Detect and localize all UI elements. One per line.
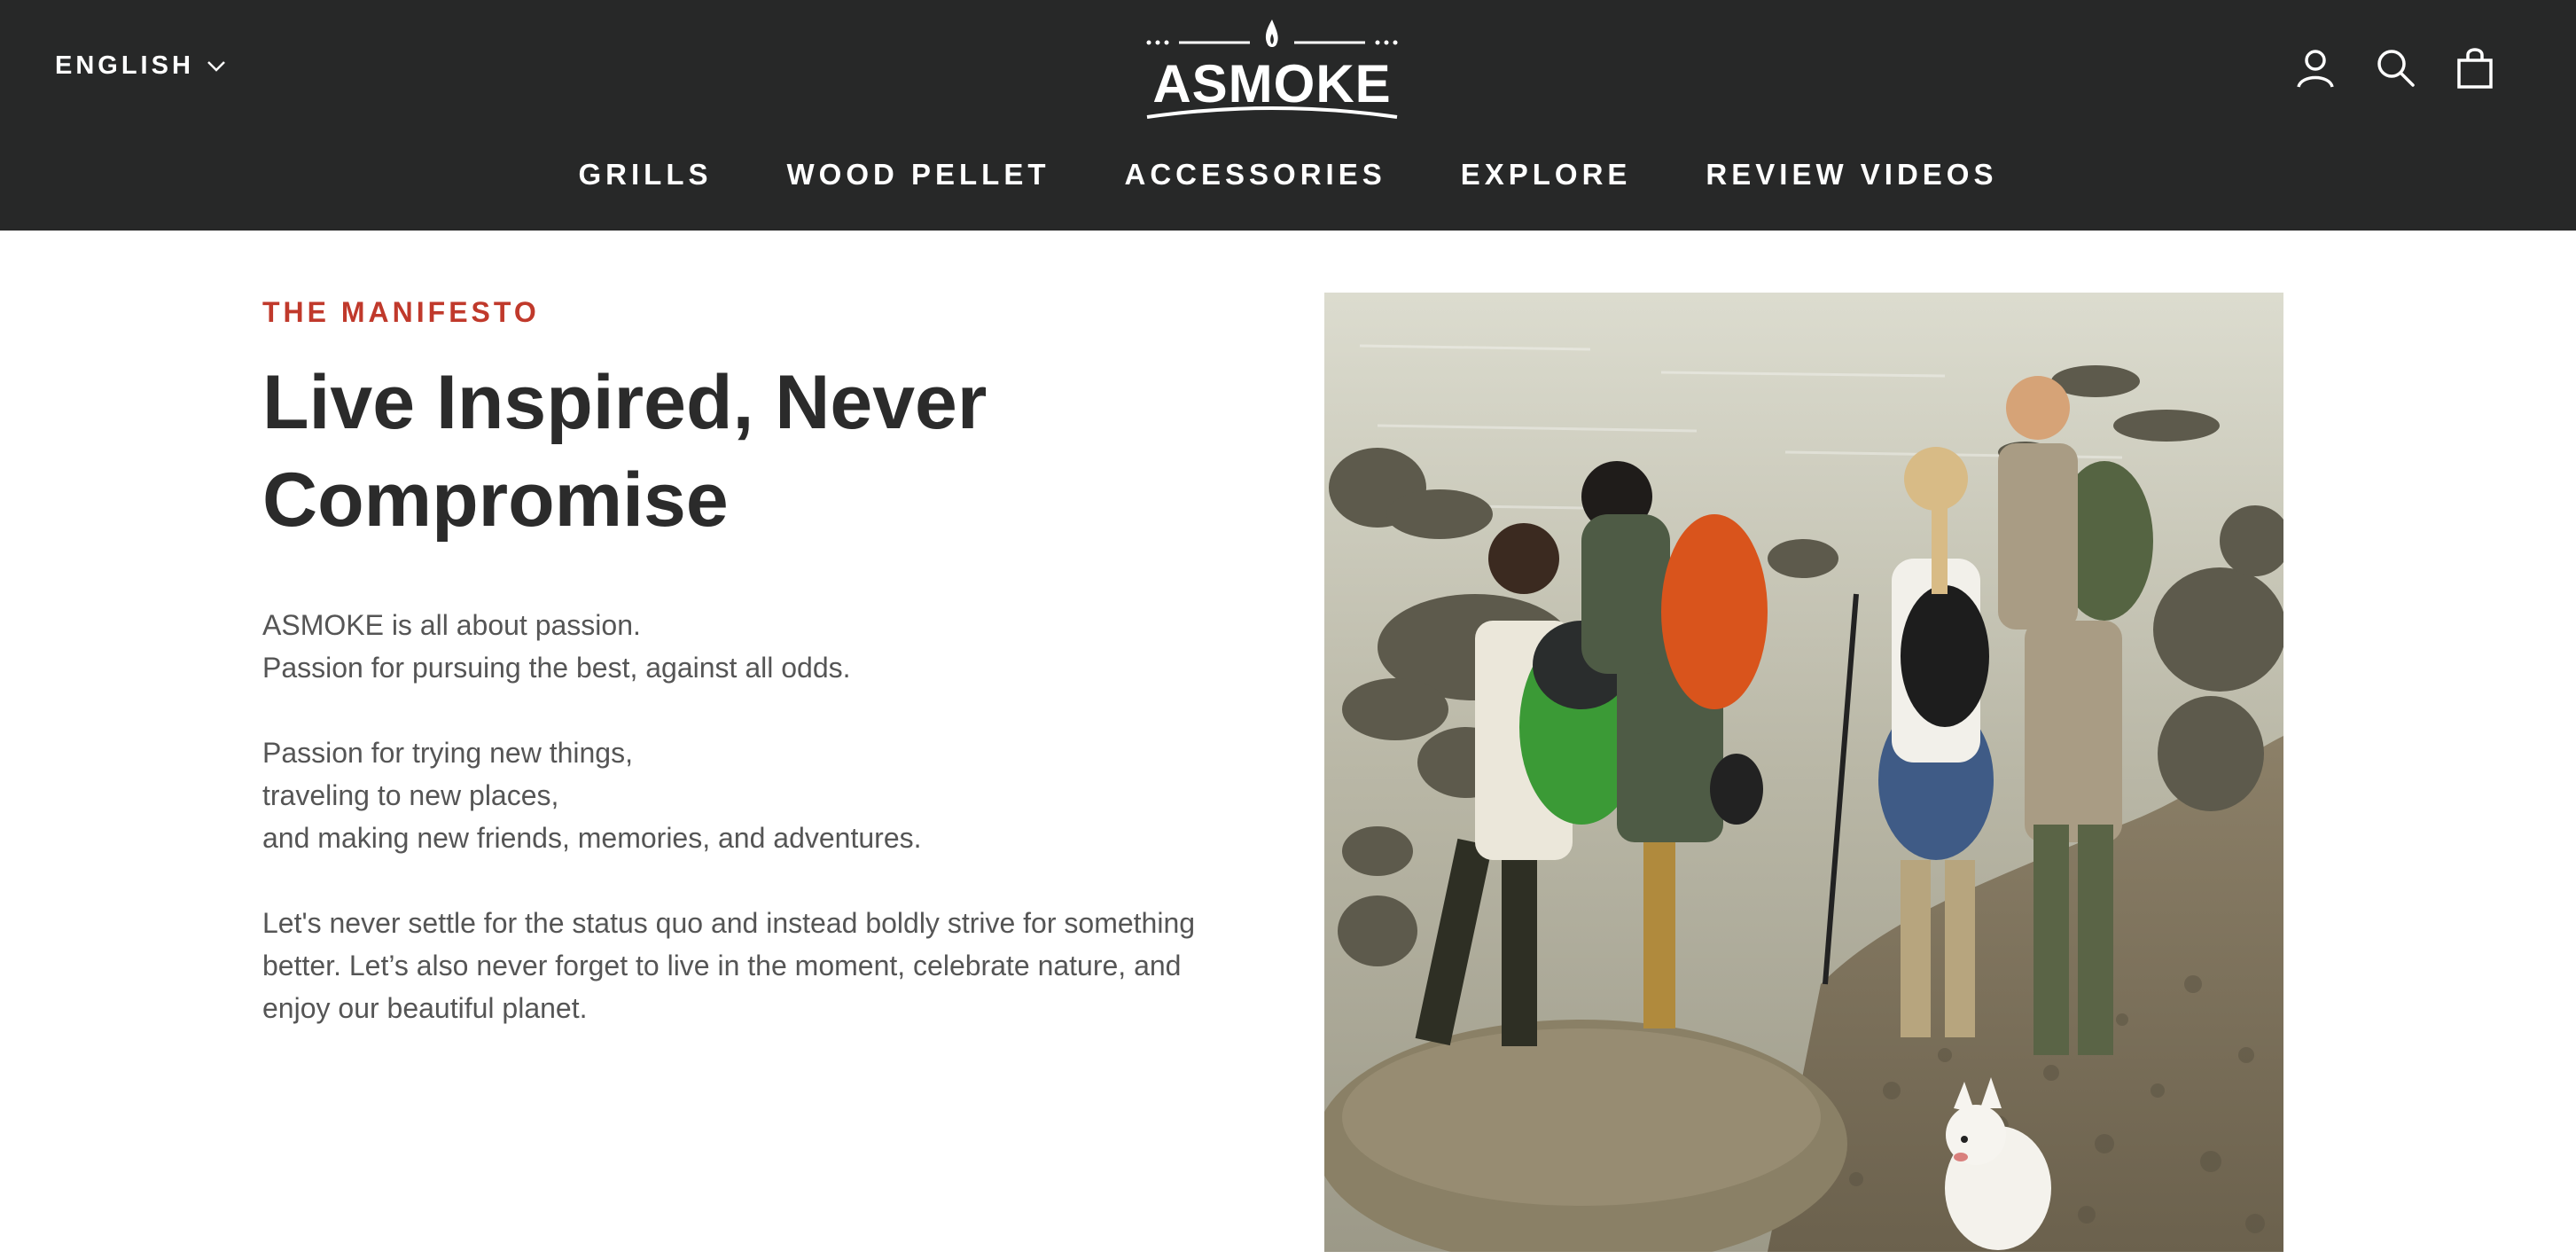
headline-line-1: Live Inspired, Never [262, 360, 987, 445]
cart-icon[interactable] [2454, 46, 2496, 89]
paragraph-2-line-3: and making new friends, memories, and ad… [262, 822, 922, 854]
language-selector[interactable]: ENGLISH [55, 51, 226, 81]
headline-line-2: Compromise [262, 457, 729, 543]
paragraph-1-line-1: ASMOKE is all about passion. [262, 609, 641, 641]
paragraph-3-line-3: enjoy our beautiful planet. [262, 992, 588, 1024]
page-title: Live Inspired, Never Compromise [262, 354, 1255, 549]
paragraph-1: ASMOKE is all about passion. Passion for… [262, 604, 1255, 689]
account-icon[interactable] [2294, 46, 2337, 89]
section-eyebrow: THE MANIFESTO [262, 296, 540, 328]
nav-wood-pellet[interactable]: WOOD PELLET [787, 158, 1050, 192]
main-nav: GRILLS WOOD PELLET ACCESSORIES EXPLORE R… [0, 158, 2576, 192]
paragraph-2-line-2: traveling to new places, [262, 779, 559, 811]
header-actions [2294, 46, 2496, 89]
paragraph-3-line-2: better. Let’s also never forget to live … [262, 950, 1182, 981]
paragraph-3-line-1: Let's never settle for the status quo an… [262, 907, 1196, 939]
paragraph-2-line-1: Passion for trying new things, [262, 737, 633, 769]
site-header: ENGLISH ASMOKE GRILLS WOOD PELLET ACCESS… [0, 0, 2576, 231]
search-icon[interactable] [2374, 46, 2416, 89]
nav-review-videos[interactable]: REVIEW VIDEOS [1706, 158, 1997, 192]
logo-wordmark: ASMOKE [1152, 54, 1392, 113]
paragraph-1-line-2: Passion for pursuing the best, against a… [262, 652, 851, 684]
paragraph-3: Let's never settle for the status quo an… [262, 902, 1255, 1029]
paragraph-2: Passion for trying new things, traveling… [262, 731, 1255, 859]
nav-accessories[interactable]: ACCESSORIES [1125, 158, 1386, 192]
manifesto-section: THE MANIFESTO Live Inspired, Never Compr… [262, 296, 1255, 1029]
chevron-down-icon [207, 60, 225, 72]
hikers-photo [1324, 293, 2283, 1252]
brand-logo[interactable]: ASMOKE [1144, 14, 1401, 121]
nav-grills[interactable]: GRILLS [579, 158, 713, 192]
nav-explore[interactable]: EXPLORE [1461, 158, 1632, 192]
language-label: ENGLISH [55, 51, 194, 80]
